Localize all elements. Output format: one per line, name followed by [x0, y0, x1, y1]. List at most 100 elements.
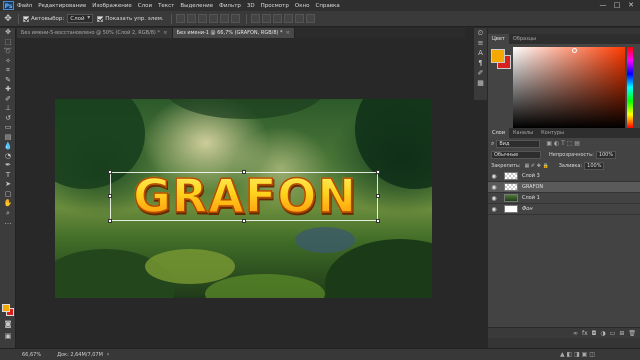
transform-handle[interactable]	[376, 170, 380, 174]
new-group-icon[interactable]: ▭	[610, 330, 616, 337]
distribute-bottom-button[interactable]	[272, 14, 282, 23]
visibility-eye-icon[interactable]: ◉	[488, 184, 500, 191]
close-window-button[interactable]: ✕	[624, 0, 638, 11]
transform-handle[interactable]	[108, 219, 112, 223]
tab-document-1[interactable]: Без имени-1 @ 66,7% (GRAFON, RGB/8) * ×	[172, 28, 296, 38]
dodge-tool-icon[interactable]: ◔	[0, 152, 16, 162]
tab-layers[interactable]: Слои	[488, 128, 509, 138]
eraser-tool-icon[interactable]: ▭	[0, 123, 16, 133]
move-tool-icon[interactable]: ✥	[2, 13, 14, 25]
history-panel-icon[interactable]: ⏲	[474, 28, 487, 38]
blend-mode-dropdown[interactable]: Обычные	[491, 150, 541, 159]
swatches-panel-icon[interactable]: ▦	[474, 78, 487, 88]
zoom-level[interactable]: 66,67%	[22, 352, 41, 358]
transform-handle[interactable]	[376, 194, 380, 198]
lasso-tool-icon[interactable]: ➰	[0, 47, 16, 57]
brush-panel-icon[interactable]: ✐	[474, 68, 487, 78]
menu-layers[interactable]: Слои	[138, 3, 152, 9]
status-arrow-icon[interactable]: ›	[107, 351, 109, 358]
menu-image[interactable]: Изображение	[92, 3, 132, 9]
menu-select[interactable]: Выделение	[180, 3, 213, 9]
foreground-color-swatch[interactable]	[2, 304, 10, 312]
transform-handle[interactable]	[108, 194, 112, 198]
opacity-field[interactable]: 100%	[595, 150, 616, 159]
delete-layer-icon[interactable]: 🗑	[628, 330, 636, 337]
align-right-button[interactable]	[230, 14, 240, 23]
align-hcenter-button[interactable]	[219, 14, 229, 23]
transform-handle[interactable]	[242, 219, 246, 223]
history-brush-tool-icon[interactable]: ↺	[0, 114, 16, 124]
menu-type[interactable]: Текст	[158, 3, 174, 9]
menu-3d[interactable]: 3D	[247, 3, 255, 9]
properties-panel-icon[interactable]: ≡	[474, 38, 487, 48]
layer-row-fon[interactable]: ◉ Фон	[488, 204, 640, 215]
brush-tool-icon[interactable]: ✐	[0, 95, 16, 105]
distribute-right-button[interactable]	[305, 14, 315, 23]
character-panel-icon[interactable]: A	[474, 48, 487, 58]
adjustment-layer-icon[interactable]: ◑	[600, 330, 605, 337]
tab-document-5[interactable]: Без имени-5-восстановлено @ 50% (Слой 2,…	[17, 28, 173, 38]
lock-icons[interactable]: ▦ ✐ ✥ 🔒	[525, 163, 549, 169]
layer-row-grafon[interactable]: ◉ GRAFON	[488, 182, 640, 193]
menu-window[interactable]: Окно	[295, 3, 310, 9]
menu-filter[interactable]: Фильтр	[219, 3, 241, 9]
visibility-eye-icon[interactable]: ◉	[488, 195, 500, 202]
link-layers-icon[interactable]: ∞	[573, 330, 578, 337]
shape-tool-icon[interactable]: ▢	[0, 190, 16, 200]
close-tab-icon[interactable]: ×	[163, 28, 168, 38]
add-mask-icon[interactable]: ◘	[592, 330, 597, 337]
fill-field[interactable]: 100%	[584, 161, 605, 170]
eyedropper-tool-icon[interactable]: ✎	[0, 76, 16, 86]
move-tool-icon[interactable]: ✥	[0, 28, 16, 38]
maximize-button[interactable]: □	[610, 0, 624, 11]
autoselect-dropdown[interactable]: Слой	[67, 14, 94, 23]
layer-row-sloy-3[interactable]: ◉ Слой 3	[488, 171, 640, 182]
align-vcenter-button[interactable]	[186, 14, 196, 23]
hand-tool-icon[interactable]: ✋	[0, 199, 16, 209]
paragraph-panel-icon[interactable]: ¶	[474, 58, 487, 68]
filter-icons[interactable]: ▣ ◐ T ⬚ ▤	[546, 140, 580, 147]
layer-style-icon[interactable]: fx	[582, 330, 588, 337]
tab-channels[interactable]: Каналы	[509, 128, 537, 138]
transform-handle[interactable]	[242, 170, 246, 174]
foreground-color-chip[interactable]	[491, 49, 505, 63]
menu-file[interactable]: Файл	[17, 3, 32, 9]
transform-handle[interactable]	[376, 219, 380, 223]
layer-row-sloy-1[interactable]: ◉ Слой 1	[488, 193, 640, 204]
show-transform-checkbox[interactable]	[97, 15, 104, 22]
more-tools-icon[interactable]: …	[0, 218, 16, 228]
distribute-left-button[interactable]	[283, 14, 293, 23]
magic-wand-tool-icon[interactable]: ✧	[0, 57, 16, 67]
blur-tool-icon[interactable]: 💧	[0, 142, 16, 152]
distribute-top-button[interactable]	[250, 14, 260, 23]
saturation-value-picker[interactable]	[513, 47, 625, 128]
crop-tool-icon[interactable]: ⌗	[0, 66, 16, 76]
align-bottom-button[interactable]	[197, 14, 207, 23]
tab-paths[interactable]: Контуры	[537, 128, 568, 138]
menu-edit[interactable]: Редактирование	[38, 3, 86, 9]
transform-handle[interactable]	[108, 170, 112, 174]
marquee-tool-icon[interactable]: ⬚	[0, 38, 16, 48]
quick-mask-icon[interactable]: ◙	[0, 320, 16, 330]
minimize-button[interactable]: —	[596, 0, 610, 11]
close-tab-icon[interactable]: ×	[286, 28, 291, 38]
distribute-hcenter-button[interactable]	[294, 14, 304, 23]
gradient-tool-icon[interactable]: ▤	[0, 133, 16, 143]
hue-slider[interactable]	[627, 47, 633, 128]
layer-filter-dropdown[interactable]: Вид	[496, 139, 541, 148]
stamp-tool-icon[interactable]: ⊥	[0, 104, 16, 114]
new-layer-icon[interactable]: ⊞	[619, 330, 624, 337]
autoselect-checkbox[interactable]	[23, 15, 29, 22]
visibility-eye-icon[interactable]: ◉	[488, 173, 500, 180]
menu-view[interactable]: Просмотр	[261, 3, 289, 9]
tab-swatches[interactable]: Образцы	[509, 34, 540, 44]
transform-bounding-box[interactable]	[110, 172, 378, 221]
zoom-tool-icon[interactable]: ⌕	[0, 209, 16, 219]
tab-color[interactable]: Цвет	[488, 34, 509, 44]
align-top-button[interactable]	[175, 14, 185, 23]
screen-mode-icon[interactable]: ▣	[0, 332, 16, 342]
color-picker-cursor[interactable]	[572, 48, 577, 53]
path-select-tool-icon[interactable]: ➤	[0, 180, 16, 190]
type-tool-icon[interactable]: T	[0, 171, 16, 181]
document-canvas[interactable]: GRAFON	[55, 99, 432, 298]
